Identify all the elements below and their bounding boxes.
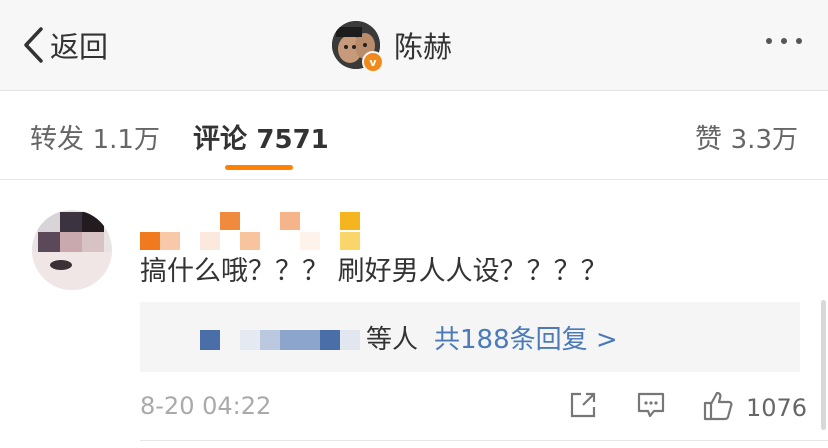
reply-suffix: 等人 xyxy=(366,325,419,355)
scrollbar[interactable] xyxy=(821,300,826,430)
commenter-avatar[interactable] xyxy=(32,210,112,290)
reply-names-blurred xyxy=(200,324,360,354)
tab-reposts-label: 转发 xyxy=(30,124,84,155)
profile-title[interactable]: v 陈赫 xyxy=(332,20,453,73)
back-label: 返回 xyxy=(50,30,109,64)
thumbs-up-icon xyxy=(702,390,734,426)
tab-bar: 转发 1.1万 评论 7571 赞 3.3万 xyxy=(0,91,828,180)
tab-reposts-count: 1.1万 xyxy=(92,125,160,155)
share-icon xyxy=(568,392,598,424)
back-button[interactable]: 返回 xyxy=(22,22,108,68)
more-button[interactable] xyxy=(766,38,802,44)
divider xyxy=(140,440,828,441)
tab-likes-count: 3.3万 xyxy=(730,125,798,155)
tab-reposts[interactable]: 转发 1.1万 xyxy=(30,117,160,156)
verified-badge-icon: v xyxy=(362,51,384,73)
comment-timestamp: 8-20 04:22 xyxy=(140,392,272,420)
tab-comments-label: 评论 xyxy=(193,124,247,155)
like-count: 1076 xyxy=(746,394,808,422)
tab-likes[interactable]: 赞 3.3万 xyxy=(695,117,798,156)
replies-preview[interactable]: 等人 共188条回复 > xyxy=(140,302,800,372)
tab-comments-count: 7571 xyxy=(256,125,329,155)
ellipsis-icon xyxy=(766,38,772,44)
view-replies-link[interactable]: 共188条回复 > xyxy=(434,319,618,356)
commenter-name-blurred[interactable] xyxy=(140,212,370,250)
tab-comments[interactable]: 评论 7571 xyxy=(193,117,329,156)
share-button[interactable] xyxy=(568,390,598,424)
reply-button[interactable] xyxy=(636,390,666,424)
comment-icon xyxy=(636,392,666,424)
chevron-left-icon xyxy=(22,26,44,64)
avatar[interactable]: v xyxy=(332,21,384,73)
comment-text: 搞什么哦？？？ 刷好男人人设？？？？ xyxy=(140,256,608,287)
active-tab-indicator xyxy=(225,165,293,170)
page-title: 陈赫 xyxy=(394,30,453,64)
nav-bar: 返回 v 陈赫 xyxy=(0,0,828,91)
like-button[interactable]: 1076 xyxy=(702,390,807,426)
tab-likes-label: 赞 xyxy=(695,124,723,155)
